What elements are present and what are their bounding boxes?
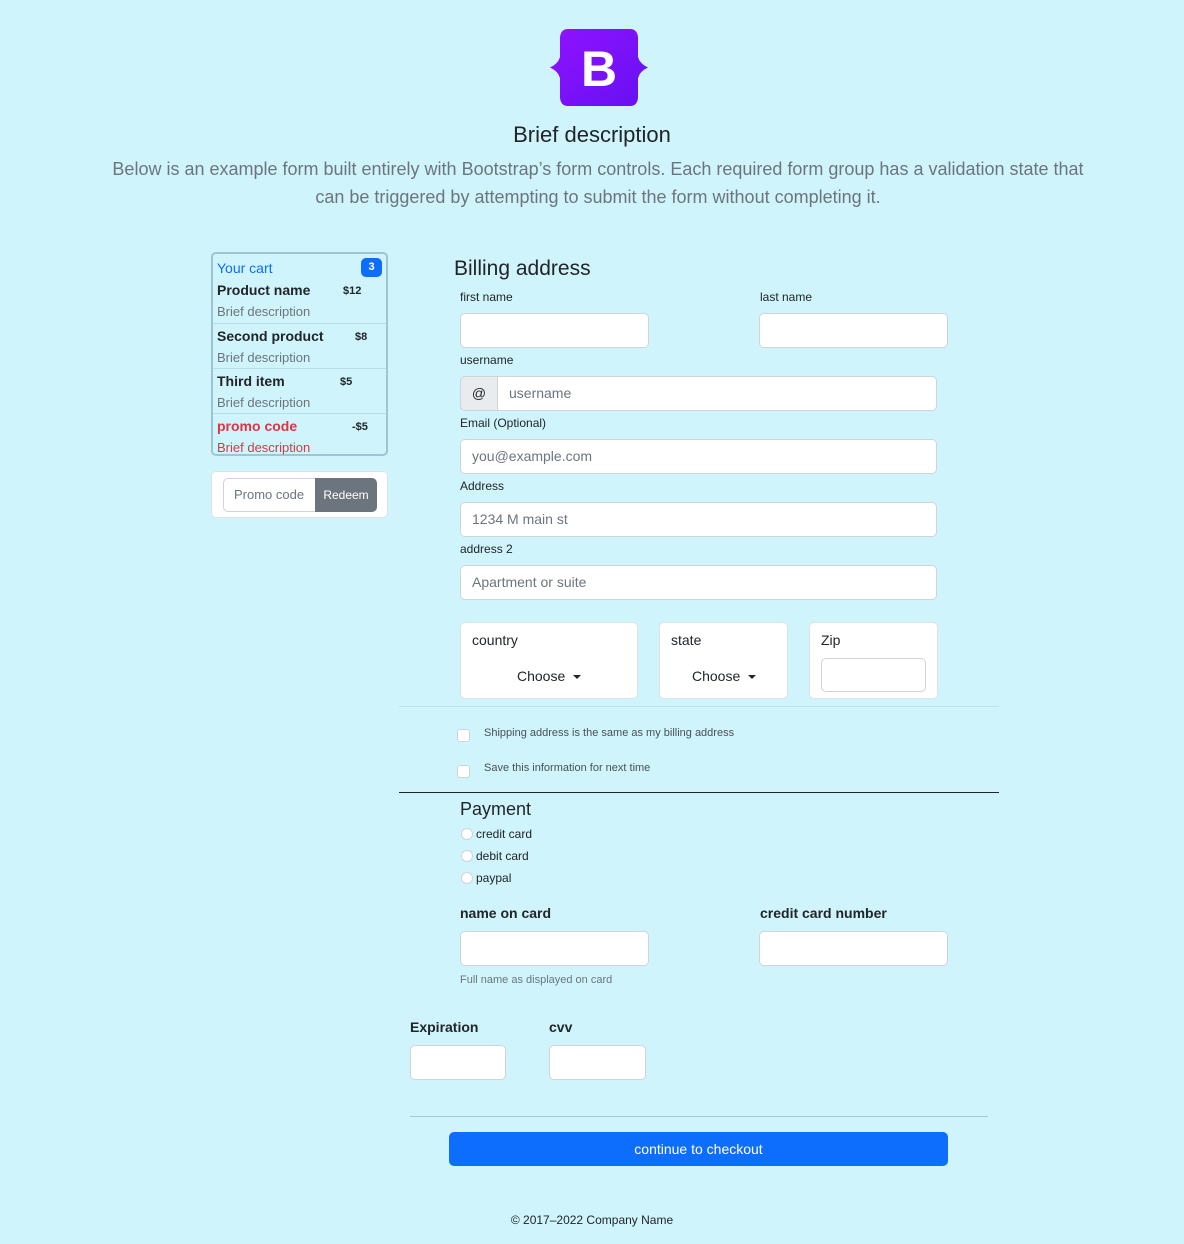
promo-code-input[interactable]: Promo code: [223, 478, 315, 512]
paypal-label: paypal: [476, 871, 512, 885]
cart-item-desc: Brief description: [217, 350, 311, 365]
username-label: username: [460, 353, 514, 367]
same-address-checkbox[interactable]: [457, 729, 470, 742]
cart-item: Third item $5 Brief description: [213, 368, 386, 413]
cvv-input[interactable]: [549, 1045, 646, 1080]
payment-title: Payment: [460, 799, 532, 819]
cart-item: Second product $8 Brief description: [213, 323, 386, 368]
country-card: country Choose: [460, 622, 638, 699]
debit-card-radio[interactable]: [461, 850, 473, 862]
state-label: state: [671, 632, 702, 648]
cart-header: Your cart 3: [217, 258, 382, 278]
cart-item-desc: Brief description: [217, 395, 311, 410]
divider: [410, 1116, 988, 1117]
footer-copyright: © 2017–2022 Company Name: [510, 1213, 674, 1227]
card-number-input[interactable]: [759, 931, 948, 966]
email-input[interactable]: you@example.com: [460, 439, 937, 474]
country-select-value: Choose: [517, 668, 566, 684]
first-name-input[interactable]: [460, 313, 649, 348]
last-name-label: last name: [760, 290, 813, 304]
first-name-label: first name: [460, 290, 513, 304]
caret-down-icon: [748, 675, 757, 680]
cart-promo-price: -$5: [352, 421, 368, 433]
country-select[interactable]: Choose: [517, 668, 582, 684]
debit-card-label: debit card: [476, 849, 529, 863]
expiration-input[interactable]: [410, 1045, 506, 1080]
promo-form: Promo code Redeem: [211, 471, 388, 518]
state-select[interactable]: Choose: [692, 668, 757, 684]
divider: [399, 706, 999, 707]
redeem-button[interactable]: Redeem: [315, 478, 377, 512]
address2-input[interactable]: Apartment or suite: [460, 565, 937, 600]
cart-promo-desc: Brief description: [217, 440, 311, 455]
state-card: state Choose: [659, 622, 788, 699]
username-prefix: @: [460, 376, 498, 411]
state-select-value: Choose: [692, 668, 741, 684]
cart-promo-name: promo code: [217, 418, 298, 434]
cart-item-desc: Brief description: [217, 304, 311, 319]
zip-input[interactable]: [821, 658, 926, 692]
billing-title: Billing address: [454, 257, 591, 280]
page-lead: Below is an example form built entirely …: [112, 159, 1084, 207]
cart-count-badge: 3: [361, 258, 382, 277]
cvv-label: cvv: [549, 1019, 573, 1035]
cart-item-name: Second product: [217, 328, 324, 344]
name-on-card-input[interactable]: [460, 931, 649, 966]
cart-item-price: $12: [343, 285, 362, 297]
bootstrap-logo: B: [550, 29, 648, 106]
name-on-card-label: name on card: [460, 905, 552, 921]
cart-promo-item: promo code -$5 Brief description: [213, 413, 386, 458]
checkout-page: B Brief description Below is an example …: [0, 0, 1184, 1244]
username-input[interactable]: username: [497, 376, 937, 411]
save-info-checkbox[interactable]: [457, 765, 470, 778]
name-on-card-help: Full name as displayed on card: [460, 974, 613, 986]
credit-card-label: credit card: [476, 827, 533, 841]
address-input[interactable]: 1234 M main st: [460, 502, 937, 537]
cart-item-price: $8: [355, 331, 368, 343]
save-info-label: Save this information for next time: [484, 762, 651, 774]
cart-item: Product name $12 Brief description: [213, 278, 386, 323]
paypal-radio[interactable]: [461, 872, 473, 884]
same-address-label: Shipping address is the same as my billi…: [484, 727, 735, 739]
address-label: Address: [460, 479, 505, 493]
cart-item-price: $5: [340, 376, 353, 388]
email-label: Email (Optional): [460, 416, 547, 430]
card-number-label: credit card number: [760, 905, 887, 921]
expiration-label: Expiration: [410, 1019, 479, 1035]
svg-text:B: B: [581, 41, 617, 97]
caret-down-icon: [573, 675, 582, 680]
zip-label: Zip: [821, 632, 841, 648]
cart-item-name: Third item: [217, 373, 285, 389]
divider: [399, 792, 999, 793]
page-title: Brief description: [513, 122, 671, 147]
zip-card: Zip: [809, 622, 938, 699]
credit-card-radio[interactable]: [461, 828, 473, 840]
cart-panel: Your cart 3 Product name $12 Brief descr…: [211, 252, 388, 456]
address2-label: address 2: [460, 542, 513, 556]
cart-title: Your cart: [217, 260, 273, 276]
last-name-input[interactable]: [759, 313, 948, 348]
cart-item-name: Product name: [217, 282, 311, 298]
country-label: country: [472, 632, 518, 648]
continue-to-checkout-button[interactable]: continue to checkout: [449, 1132, 948, 1166]
